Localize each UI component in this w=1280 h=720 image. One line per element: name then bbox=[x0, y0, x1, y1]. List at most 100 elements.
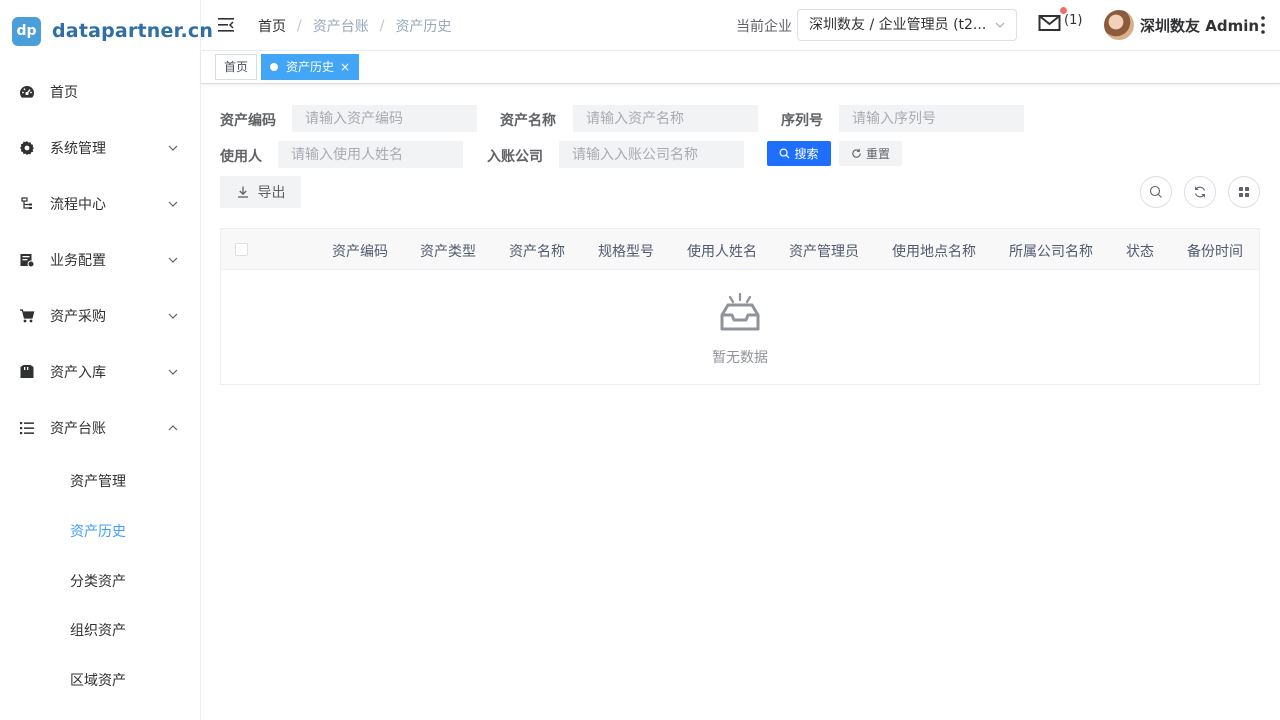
enterprise-select-value: 深圳数友 / 企业管理员 (t2... bbox=[809, 17, 987, 33]
breadcrumb-separator: / bbox=[297, 18, 302, 34]
sidebar-subitem-category-assets[interactable]: 分类资产 bbox=[0, 563, 200, 599]
close-icon[interactable]: × bbox=[340, 55, 350, 79]
chevron-down-icon bbox=[168, 257, 178, 263]
dashboard-icon bbox=[19, 84, 35, 100]
enterprise-select[interactable]: 深圳数友 / 企业管理员 (t2... bbox=[797, 9, 1017, 41]
sidebar-subitem-label: 资产管理 bbox=[70, 474, 126, 490]
mail-count: (1) bbox=[1064, 13, 1083, 28]
enterprise-label: 当前企业 bbox=[736, 19, 792, 35]
more-vertical-icon[interactable] bbox=[1257, 15, 1269, 35]
sidebar-item-flow[interactable]: 流程中心 bbox=[0, 184, 200, 224]
tags-view: 首页 资产历史 × bbox=[201, 51, 1280, 84]
table-header: 资产编码 资产类型 资产名称 规格型号 使用人姓名 资产管理员 使用地点名称 所… bbox=[221, 229, 1259, 270]
chevron-down-icon bbox=[168, 201, 178, 207]
sidebar-subitem-label: 分类资产 bbox=[70, 574, 126, 590]
asset-history-table: 资产编码 资产类型 资产名称 规格型号 使用人姓名 资产管理员 使用地点名称 所… bbox=[220, 228, 1260, 385]
menu-fold-icon[interactable] bbox=[217, 16, 235, 34]
toggle-search-button[interactable] bbox=[1140, 176, 1172, 208]
reset-button[interactable]: 重置 bbox=[839, 141, 902, 166]
column-header: 资产管理员 bbox=[789, 244, 859, 260]
select-all-checkbox[interactable] bbox=[235, 243, 248, 256]
sidebar-subitem-label: 组织资产 bbox=[70, 623, 126, 639]
grid-icon bbox=[1239, 187, 1249, 197]
cart-icon bbox=[19, 308, 35, 324]
chevron-down-icon bbox=[995, 22, 1005, 28]
reset-button-label: 重置 bbox=[865, 147, 890, 161]
username[interactable]: 深圳数友 Admin bbox=[1140, 15, 1259, 36]
tag-label: 资产历史 bbox=[286, 60, 335, 74]
search-button[interactable]: 搜索 bbox=[767, 141, 831, 166]
gear-icon bbox=[19, 140, 35, 156]
sidebar-item-system[interactable]: 系统管理 bbox=[0, 128, 200, 168]
chevron-down-icon bbox=[168, 313, 178, 319]
breadcrumb: 首页 / 资产台账 / 资产历史 bbox=[258, 16, 451, 36]
sidebar: dp datapartner.cn 首页 系统管理 流程中心 业务配置 资产采购… bbox=[0, 0, 213, 720]
logo-text: datapartner.cn bbox=[52, 20, 214, 42]
refresh-button[interactable] bbox=[1184, 176, 1216, 208]
serial-number-input[interactable] bbox=[839, 105, 1024, 132]
asset-code-label: 资产编码 bbox=[220, 113, 276, 129]
booking-company-label: 入账公司 bbox=[487, 149, 543, 165]
app-root: dp datapartner.cn 首页 系统管理 流程中心 业务配置 资产采购… bbox=[0, 0, 1280, 720]
tag-home[interactable]: 首页 bbox=[215, 54, 258, 80]
sidebar-subitem-region-assets[interactable]: 区域资产 bbox=[0, 662, 200, 698]
chevron-down-icon bbox=[168, 369, 178, 375]
sidebar-subitem-asset-management[interactable]: 资产管理 bbox=[0, 463, 200, 499]
empty-inbox-icon bbox=[720, 293, 760, 331]
asset-name-label: 资产名称 bbox=[500, 113, 556, 129]
column-header: 规格型号 bbox=[598, 244, 654, 260]
refresh-icon bbox=[852, 148, 861, 158]
config-icon bbox=[19, 252, 35, 268]
asset-name-input[interactable] bbox=[573, 105, 758, 132]
storage-icon bbox=[19, 364, 35, 380]
active-dot bbox=[270, 63, 278, 71]
sidebar-item-label: 业务配置 bbox=[50, 253, 106, 269]
booking-company-input[interactable] bbox=[559, 141, 744, 168]
refresh-icon bbox=[1194, 186, 1206, 198]
search-button-label: 搜索 bbox=[794, 147, 819, 161]
mail-icon[interactable] bbox=[1038, 12, 1062, 34]
column-header: 使用人姓名 bbox=[687, 244, 757, 260]
breadcrumb-item[interactable]: 首页 bbox=[258, 16, 286, 36]
download-icon bbox=[237, 186, 248, 198]
sidebar-item-storage[interactable]: 资产入库 bbox=[0, 352, 200, 392]
avatar[interactable] bbox=[1104, 10, 1134, 40]
tag-label: 首页 bbox=[224, 60, 249, 74]
sidebar-subitem-label: 资产历史 bbox=[70, 524, 126, 540]
export-button[interactable]: 导出 bbox=[220, 176, 301, 208]
sidebar-subitem-asset-history[interactable]: 资产历史 bbox=[0, 513, 200, 549]
logo[interactable]: dp datapartner.cn bbox=[12, 16, 213, 46]
sidebar-subitem-org-assets[interactable]: 组织资产 bbox=[0, 612, 200, 648]
tag-asset-history[interactable]: 资产历史 × bbox=[261, 54, 360, 80]
sidebar-item-home[interactable]: 首页 bbox=[0, 72, 200, 112]
user-name-input[interactable] bbox=[278, 141, 463, 168]
chevron-down-icon bbox=[168, 145, 178, 151]
sidebar-item-business-config[interactable]: 业务配置 bbox=[0, 240, 200, 280]
sidebar-item-label: 资产采购 bbox=[50, 309, 106, 325]
sidebar-item-label: 系统管理 bbox=[50, 141, 106, 157]
column-header: 资产名称 bbox=[509, 244, 565, 260]
breadcrumb-separator: / bbox=[379, 18, 385, 34]
search-icon bbox=[1149, 185, 1162, 198]
logo-badge: dp bbox=[12, 16, 41, 46]
chevron-up-icon bbox=[168, 425, 178, 431]
column-header: 使用地点名称 bbox=[892, 244, 976, 260]
empty-text: 暂无数据 bbox=[712, 350, 768, 366]
column-header: 状态 bbox=[1126, 244, 1154, 260]
serial-number-label: 序列号 bbox=[781, 113, 823, 129]
export-button-label: 导出 bbox=[257, 185, 286, 201]
column-header: 备份时间 bbox=[1187, 244, 1243, 260]
sidebar-item-procurement[interactable]: 资产采购 bbox=[0, 296, 200, 336]
sidebar-item-label: 流程中心 bbox=[50, 197, 106, 213]
column-header: 资产编码 bbox=[332, 244, 388, 260]
columns-button[interactable] bbox=[1228, 176, 1260, 208]
sidebar-item-ledger[interactable]: 资产台账 bbox=[0, 408, 200, 448]
column-header: 资产类型 bbox=[420, 244, 476, 260]
breadcrumb-item: 资产台账 bbox=[312, 19, 369, 35]
sidebar-item-label: 首页 bbox=[50, 85, 78, 101]
breadcrumb-item: 资产历史 bbox=[395, 19, 452, 35]
asset-code-input[interactable] bbox=[292, 105, 477, 132]
sidebar-item-label: 资产入库 bbox=[50, 365, 106, 381]
sidebar-subitem-label: 区域资产 bbox=[70, 673, 126, 689]
list-icon bbox=[19, 420, 35, 436]
